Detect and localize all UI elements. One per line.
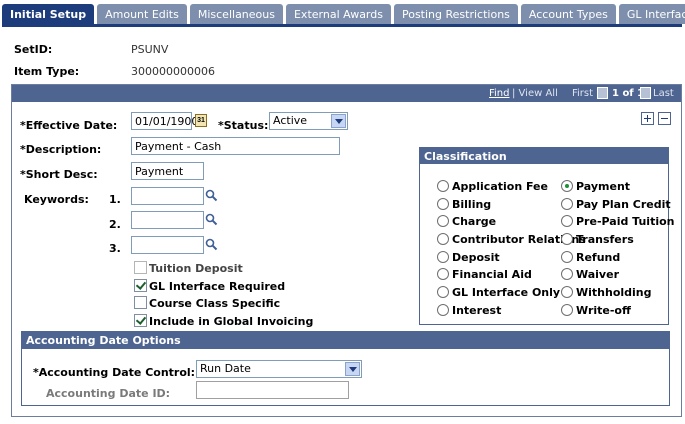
radio-label: Withholding bbox=[576, 286, 652, 299]
radio-label: Charge bbox=[452, 215, 497, 228]
effective-date-input[interactable]: 01/01/1900 bbox=[131, 112, 198, 130]
radio-label: Financial Aid bbox=[452, 268, 532, 281]
radio-interest[interactable] bbox=[437, 304, 449, 316]
include-global-invoicing-checkbox[interactable] bbox=[134, 314, 147, 327]
tab-external-awards[interactable]: External Awards bbox=[285, 4, 391, 24]
view-all-link[interactable]: | View All bbox=[512, 88, 558, 99]
short-desc-input[interactable]: Payment bbox=[131, 162, 204, 180]
radio-label: Deposit bbox=[452, 251, 500, 264]
radio-label: Application Fee bbox=[452, 180, 548, 193]
calendar-icon[interactable]: 31 bbox=[195, 114, 207, 127]
effective-dated-scroll: Find | View All First 1 of 1 Last *Effec… bbox=[11, 84, 682, 417]
effective-date-label: *Effective Date: bbox=[20, 119, 118, 132]
radio-waiver[interactable] bbox=[561, 268, 573, 280]
tab-underline bbox=[2, 24, 682, 27]
setid-value: PSUNV bbox=[131, 43, 169, 56]
include-global-invoicing-label: Include in Global Invoicing bbox=[149, 315, 314, 328]
first-link[interactable]: First bbox=[572, 88, 593, 99]
radio-label: Pay Plan Credit bbox=[576, 198, 671, 211]
next-arrow-icon[interactable] bbox=[640, 87, 651, 99]
radio-application-fee[interactable] bbox=[437, 180, 449, 192]
delete-row-icon[interactable] bbox=[658, 112, 671, 125]
tuition-deposit-label: Tuition Deposit bbox=[149, 262, 243, 275]
gl-interface-required-checkbox[interactable] bbox=[134, 279, 147, 292]
setid-label: SetID: bbox=[14, 43, 53, 56]
description-input[interactable]: Payment - Cash bbox=[131, 137, 340, 155]
find-link[interactable]: Find bbox=[489, 88, 510, 99]
status-label: *Status: bbox=[218, 119, 269, 132]
tab-bar: Initial Setup Amount Edits Miscellaneous… bbox=[2, 4, 685, 24]
radio-deposit[interactable] bbox=[437, 251, 449, 263]
accounting-date-id-label: Accounting Date ID: bbox=[46, 387, 171, 400]
tab-miscellaneous[interactable]: Miscellaneous bbox=[189, 4, 283, 24]
radio-label: Pre-Paid Tuition bbox=[576, 215, 675, 228]
accounting-date-options-group: Accounting Date Options *Accounting Date… bbox=[21, 331, 670, 406]
radio-billing[interactable] bbox=[437, 198, 449, 210]
course-class-specific-label: Course Class Specific bbox=[149, 297, 281, 310]
add-row-icon[interactable] bbox=[641, 112, 654, 125]
radio-write-off[interactable] bbox=[561, 304, 573, 316]
radio-label: Refund bbox=[576, 251, 621, 264]
radio-contributor-relations[interactable] bbox=[437, 233, 449, 245]
tab-amount-edits[interactable]: Amount Edits bbox=[97, 4, 187, 24]
tab-initial-setup[interactable]: Initial Setup bbox=[2, 4, 95, 24]
prev-arrow-icon[interactable] bbox=[597, 87, 608, 99]
keywords-label: Keywords: bbox=[24, 193, 89, 206]
gl-interface-required-label: GL Interface Required bbox=[149, 280, 286, 293]
keyword-2-input[interactable] bbox=[131, 211, 204, 229]
radio-pay-plan-credit[interactable] bbox=[561, 198, 573, 210]
accounting-date-control-value: Run Date bbox=[200, 362, 251, 375]
radio-label: GL Interface Only bbox=[452, 286, 561, 299]
keyword-3-input[interactable] bbox=[131, 236, 204, 254]
search-icon[interactable] bbox=[205, 238, 218, 251]
tab-account-types[interactable]: Account Types bbox=[520, 4, 616, 24]
radio-financial-aid[interactable] bbox=[437, 268, 449, 280]
keyword-num-1: 1. bbox=[109, 193, 121, 206]
radio-transfers[interactable] bbox=[561, 233, 573, 245]
radio-withholding[interactable] bbox=[561, 286, 573, 298]
radio-charge[interactable] bbox=[437, 215, 449, 227]
tab-gl-interface[interactable]: GL Interface bbox=[618, 4, 685, 24]
item-type-value: 300000000006 bbox=[131, 65, 215, 78]
radio-label: Billing bbox=[452, 198, 492, 211]
last-link[interactable]: Last bbox=[653, 88, 674, 99]
short-desc-label: *Short Desc: bbox=[20, 168, 98, 181]
description-label: *Description: bbox=[20, 143, 102, 156]
tab-posting-restrictions[interactable]: Posting Restrictions bbox=[393, 4, 518, 24]
accounting-date-control-select[interactable]: Run Date bbox=[196, 360, 362, 378]
scroll-nav-bar: Find | View All First 1 of 1 Last bbox=[12, 85, 681, 102]
course-class-specific-checkbox[interactable] bbox=[134, 296, 147, 309]
classification-title: Classification bbox=[420, 148, 668, 164]
radio-label: Transfers bbox=[576, 233, 634, 246]
tuition-deposit-checkbox[interactable] bbox=[134, 261, 147, 274]
radio-label: Waiver bbox=[576, 268, 619, 281]
radio-refund[interactable] bbox=[561, 251, 573, 263]
radio-payment[interactable] bbox=[561, 180, 573, 192]
radio-pre-paid-tuition[interactable] bbox=[561, 215, 573, 227]
chevron-down-icon bbox=[331, 114, 346, 128]
keyword-num-2: 2. bbox=[109, 218, 121, 231]
accounting-date-control-label: *Accounting Date Control: bbox=[33, 366, 196, 379]
status-value: Active bbox=[273, 114, 308, 127]
classification-group: Classification Application Fee Billing C… bbox=[419, 147, 675, 325]
item-type-label: Item Type: bbox=[14, 65, 80, 78]
search-icon[interactable] bbox=[205, 213, 218, 226]
radio-label: Write-off bbox=[576, 304, 631, 317]
radio-label: Payment bbox=[576, 180, 631, 193]
status-select[interactable]: Active bbox=[269, 112, 348, 130]
accounting-date-id-input[interactable] bbox=[196, 381, 349, 399]
radio-gl-interface-only[interactable] bbox=[437, 286, 449, 298]
keyword-num-3: 3. bbox=[109, 242, 121, 255]
keyword-1-input[interactable] bbox=[131, 187, 204, 205]
search-icon[interactable] bbox=[205, 189, 218, 202]
radio-label: Interest bbox=[452, 304, 502, 317]
accounting-date-options-title: Accounting Date Options bbox=[22, 332, 669, 349]
chevron-down-icon bbox=[345, 362, 360, 376]
